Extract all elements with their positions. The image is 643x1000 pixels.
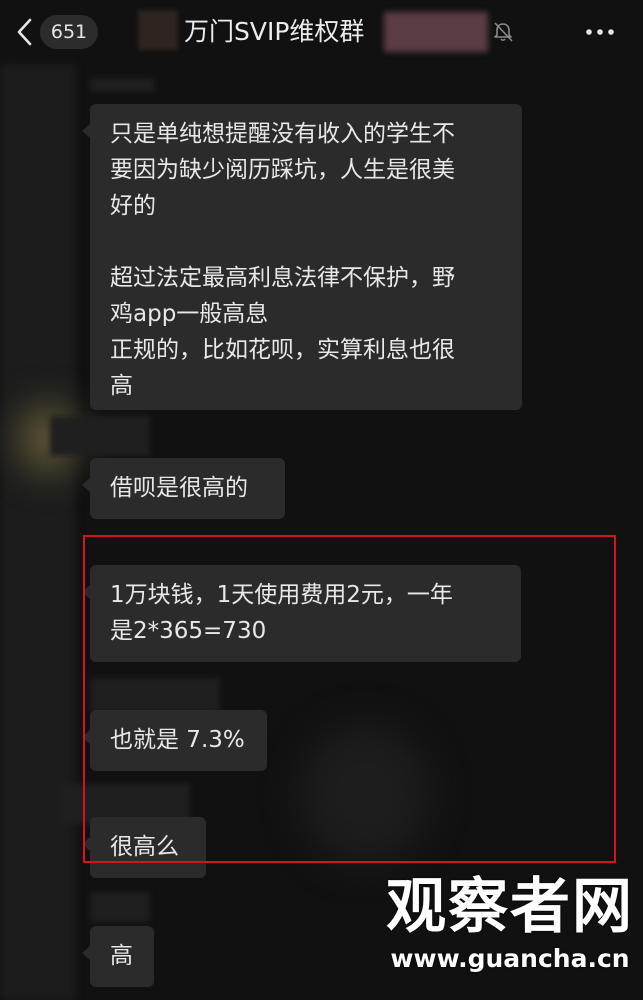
- sender-avatar[interactable]: [0, 64, 76, 1000]
- watermark-url: www.guancha.cn: [390, 944, 630, 973]
- chevron-left-icon[interactable]: [12, 16, 40, 48]
- redacted-title-suffix: [384, 12, 488, 52]
- message-bubble[interactable]: 1万块钱，1天使用费用2元，一年 是2*365=730: [82, 565, 521, 662]
- group-avatar: [138, 10, 178, 50]
- sender-name: [90, 78, 154, 92]
- sender-name: [90, 678, 220, 712]
- watermark: 观察者网 www.guancha.cn: [380, 872, 640, 976]
- blurred-glow: [300, 724, 430, 864]
- chat-screen: 651 万门SVIP维权群 只是单纯想提醒没有收入的学生不 要因为缺少阅历踩坑，…: [0, 0, 643, 1000]
- watermark-logo: 观察者网: [386, 872, 634, 942]
- message-bubble[interactable]: 很高么: [82, 817, 206, 878]
- message-bubble[interactable]: 也就是 7.3%: [82, 710, 267, 771]
- chat-title[interactable]: 万门SVIP维权群: [184, 14, 364, 50]
- message-bubble[interactable]: 只是单纯想提醒没有收入的学生不 要因为缺少阅历踩坑，人生是很美 好的 超过法定最…: [82, 104, 522, 410]
- message-bubble[interactable]: 高: [82, 926, 154, 987]
- bell-off-icon: [494, 22, 513, 42]
- sender-name: [50, 416, 150, 456]
- unread-count-badge[interactable]: 651: [40, 15, 98, 49]
- message-bubble[interactable]: 借呗是很高的: [82, 458, 285, 519]
- sender-name: [90, 892, 150, 922]
- chat-header: 651 万门SVIP维权群: [0, 0, 643, 64]
- more-options-button[interactable]: [582, 18, 618, 46]
- message-list[interactable]: 只是单纯想提醒没有收入的学生不 要因为缺少阅历踩坑，人生是很美 好的 超过法定最…: [0, 64, 643, 1000]
